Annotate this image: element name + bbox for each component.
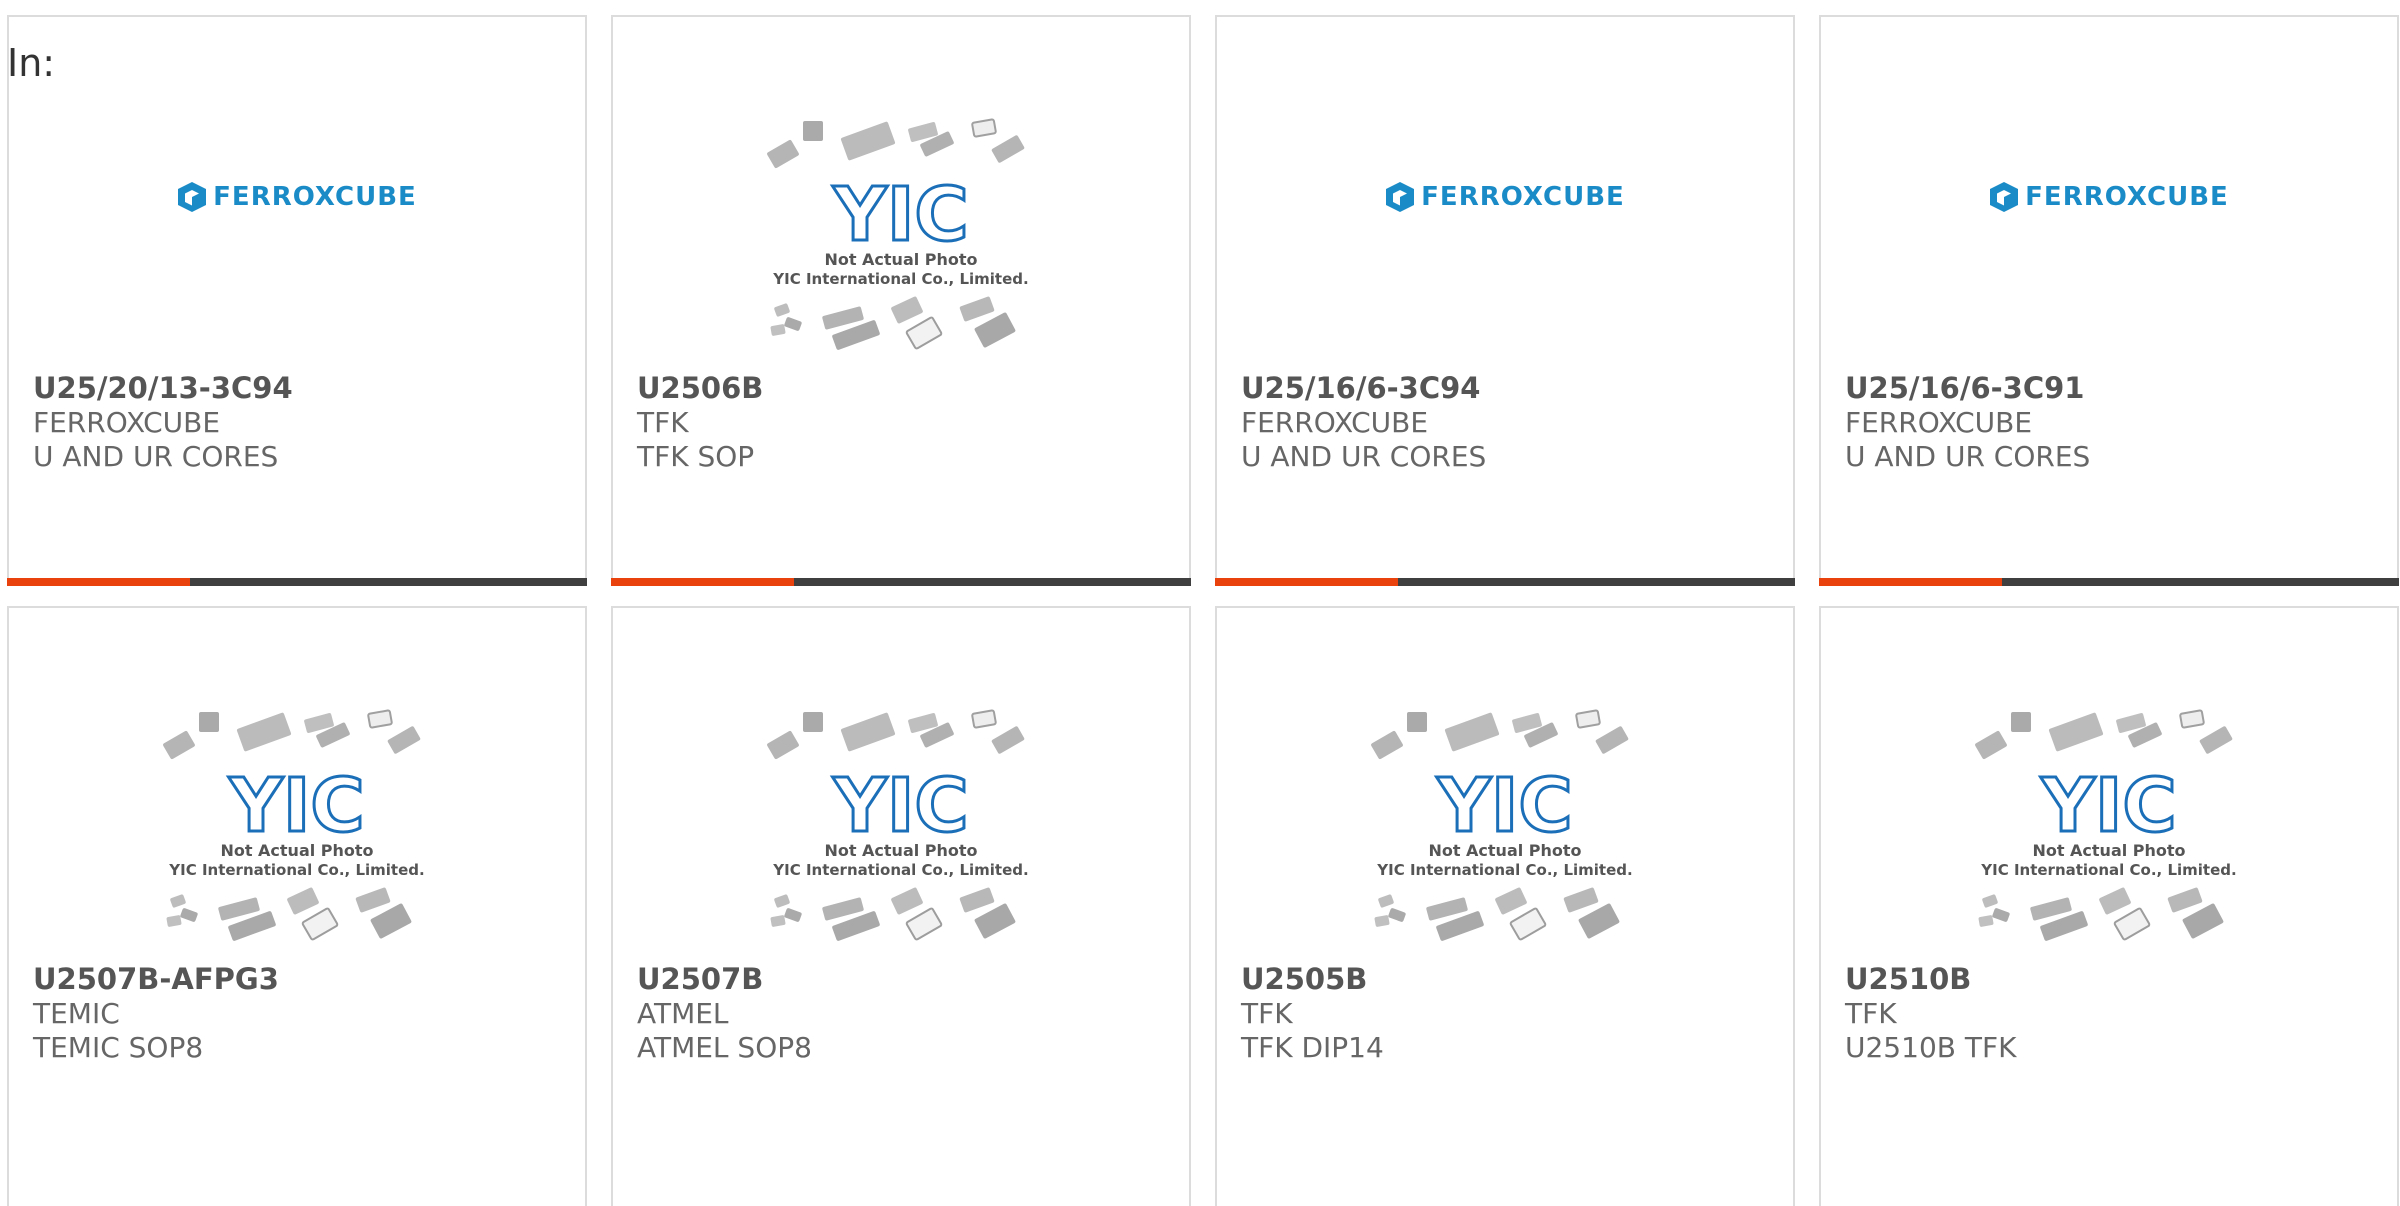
card-accent-bar bbox=[1819, 578, 2399, 586]
product-description: TEMIC SOP8 bbox=[33, 1031, 204, 1064]
product-description: ATMEL SOP8 bbox=[637, 1031, 812, 1064]
product-name[interactable]: U2506B bbox=[637, 371, 763, 405]
card-accent-bar bbox=[1215, 578, 1795, 586]
product-description: TFK SOP bbox=[637, 440, 755, 473]
yic-placeholder-image: YICNot Actual PhotoYIC International Co.… bbox=[767, 709, 1029, 941]
ferroxcube-cube-icon bbox=[1386, 182, 1415, 212]
product-image[interactable]: YIC Not Actual Photo YIC International Co.… bbox=[1821, 688, 2397, 963]
not-actual-photo-text: Not Actual Photo bbox=[824, 250, 977, 269]
product-card[interactable]: YIC Not Actual Photo YIC International Co.… bbox=[611, 15, 1191, 586]
product-card[interactable]: YIC Not Actual Photo YIC International Co.… bbox=[1819, 606, 2399, 1206]
product-manufacturer: FERROXCUBE bbox=[1845, 406, 2033, 439]
product-image[interactable]: YIC Not Actual Photo YIC International Co.… bbox=[9, 688, 585, 963]
yic-logo-text: YIC bbox=[2040, 763, 2176, 849]
card-accent-bar bbox=[7, 578, 587, 586]
product-description: U2510B TFK bbox=[1845, 1031, 2017, 1064]
ferroxcube-logo-text: FERROXCUBE bbox=[2025, 182, 2229, 212]
product-description: U AND UR CORES bbox=[1241, 440, 1487, 473]
product-image[interactable]: YIC Not Actual Photo YIC International Co.… bbox=[613, 97, 1189, 372]
product-image[interactable]: FERROXCUBE bbox=[1821, 167, 2397, 227]
search-prefix-label: In: bbox=[7, 41, 56, 85]
card-accent-bar bbox=[611, 578, 1191, 586]
product-card[interactable]: YIC Not Actual Photo YIC International Co.… bbox=[7, 606, 587, 1206]
product-manufacturer: ATMEL bbox=[637, 997, 729, 1030]
yic-company-text: YIC International Co., Limited. bbox=[772, 270, 1028, 288]
not-actual-photo-text: Not Actual Photo bbox=[2032, 841, 2185, 860]
product-image[interactable]: FERROXCUBE bbox=[9, 167, 585, 227]
yic-placeholder-image: YICNot Actual PhotoYIC International Co.… bbox=[1975, 709, 2237, 941]
product-image[interactable]: YIC Not Actual Photo YIC International Co.… bbox=[1217, 688, 1793, 963]
ferroxcube-cube-icon bbox=[178, 182, 207, 212]
product-description: U AND UR CORES bbox=[1845, 440, 2091, 473]
yic-company-text: YIC International Co., Limited. bbox=[1980, 861, 2236, 879]
product-name[interactable]: U2510B bbox=[1845, 962, 1971, 996]
yic-placeholder-image: YICNot Actual PhotoYIC International Co.… bbox=[1371, 709, 1633, 941]
product-name[interactable]: U25/16/6-3C91 bbox=[1845, 371, 2084, 405]
product-card[interactable]: FERROXCUBE U25/16/6-3C91 FERROXCUBE U AN… bbox=[1819, 15, 2399, 586]
ferroxcube-logo: FERROXCUBE bbox=[1989, 181, 2229, 213]
ferroxcube-logo: FERROXCUBE bbox=[1385, 181, 1625, 213]
ferroxcube-logo-text: FERROXCUBE bbox=[213, 182, 417, 212]
ferroxcube-logo-text: FERROXCUBE bbox=[1421, 182, 1625, 212]
product-description: U AND UR CORES bbox=[33, 440, 279, 473]
product-manufacturer: TFK bbox=[1845, 997, 1897, 1030]
product-manufacturer: TEMIC bbox=[33, 997, 120, 1030]
yic-logo-text: YIC bbox=[1436, 763, 1572, 849]
product-card[interactable]: YIC Not Actual Photo YIC International Co.… bbox=[611, 606, 1191, 1206]
yic-company-text: YIC International Co., Limited. bbox=[168, 861, 424, 879]
product-manufacturer: TFK bbox=[1241, 997, 1293, 1030]
product-image[interactable]: YIC Not Actual Photo YIC International Co.… bbox=[613, 688, 1189, 963]
yic-company-text: YIC International Co., Limited. bbox=[772, 861, 1028, 879]
product-manufacturer: TFK bbox=[637, 406, 689, 439]
not-actual-photo-text: Not Actual Photo bbox=[220, 841, 373, 860]
product-card[interactable]: FERROXCUBE U25/20/13-3C94 FERROXCUBE U A… bbox=[7, 15, 587, 586]
not-actual-photo-text: Not Actual Photo bbox=[1428, 841, 1581, 860]
product-description: TFK DIP14 bbox=[1241, 1031, 1384, 1064]
product-name[interactable]: U25/20/13-3C94 bbox=[33, 371, 293, 405]
ferroxcube-cube-icon bbox=[1990, 182, 2019, 212]
product-card[interactable]: YIC Not Actual Photo YIC International Co.… bbox=[1215, 606, 1795, 1206]
yic-logo-text: YIC bbox=[832, 172, 968, 258]
product-name[interactable]: U2507B bbox=[637, 962, 763, 996]
product-card[interactable]: FERROXCUBE U25/16/6-3C94 FERROXCUBE U AN… bbox=[1215, 15, 1795, 586]
product-grid: FERROXCUBE U25/20/13-3C94 FERROXCUBE U A… bbox=[7, 15, 2399, 1206]
product-name[interactable]: U25/16/6-3C94 bbox=[1241, 371, 1480, 405]
not-actual-photo-text: Not Actual Photo bbox=[824, 841, 977, 860]
yic-placeholder-image: YICNot Actual PhotoYIC International Co.… bbox=[163, 709, 425, 941]
product-name[interactable]: U2507B-AFPG3 bbox=[33, 962, 279, 996]
ferroxcube-logo: FERROXCUBE bbox=[177, 181, 417, 213]
product-manufacturer: FERROXCUBE bbox=[33, 406, 221, 439]
product-name[interactable]: U2505B bbox=[1241, 962, 1367, 996]
product-image[interactable]: FERROXCUBE bbox=[1217, 167, 1793, 227]
yic-company-text: YIC International Co., Limited. bbox=[1376, 861, 1632, 879]
product-manufacturer: FERROXCUBE bbox=[1241, 406, 1429, 439]
yic-logo-text: YIC bbox=[832, 763, 968, 849]
yic-logo-text: YIC bbox=[228, 763, 364, 849]
yic-placeholder-image: YICNot Actual PhotoYIC International Co.… bbox=[767, 118, 1029, 350]
